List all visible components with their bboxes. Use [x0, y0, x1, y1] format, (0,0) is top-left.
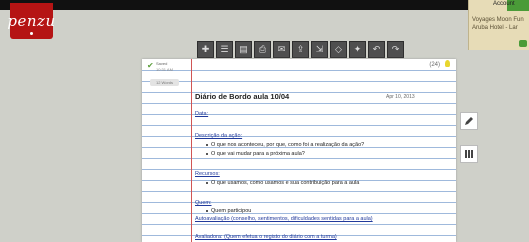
line-autoavaliacao[interactable]: Autoavaliação (conselho, sentimentos, di… [195, 216, 373, 222]
book-icon[interactable] [460, 145, 478, 163]
tag-icon[interactable]: ◇ [330, 41, 347, 58]
penzu-logo[interactable]: penzu [7, 3, 56, 39]
entry-title[interactable]: Diário de Bordo aula 10/04 [195, 92, 289, 101]
ad-panel[interactable]: Account Voyages Moon Fun Aruba Hotel - L… [468, 0, 529, 50]
line-bullet-3[interactable]: O que usamos, como usamos e sua contribu… [206, 180, 359, 186]
line-avaliadora[interactable]: Avaliadora: (Quem efetua o registo do di… [195, 234, 337, 240]
ad-line-1: Voyages Moon Fun [472, 17, 524, 23]
line-bullet-2[interactable]: O que vai mudar para a próxima aula? [206, 151, 305, 157]
saved-label: Saved [156, 61, 168, 66]
line-data[interactable]: Data: [195, 111, 208, 117]
saved-time: 10:31 AM [156, 67, 173, 72]
settings-icon[interactable]: ✦ [349, 41, 366, 58]
line-recursos[interactable]: Recursos: [195, 171, 220, 177]
print-icon[interactable]: ⎙ [254, 41, 271, 58]
entry-date[interactable]: Apr 10, 2013 [386, 94, 415, 100]
margin-line [191, 59, 192, 242]
saved-check-icon: ✔ [147, 61, 154, 70]
undo-icon[interactable]: ↶ [368, 41, 385, 58]
share-icon[interactable]: ⇪ [292, 41, 309, 58]
ad-line-2: Aruba Hotel - Lar [472, 25, 518, 31]
line-bullet-1[interactable]: O que nos aconteceu, por que, como foi a… [206, 142, 364, 148]
line-quem[interactable]: Quem: [195, 200, 212, 206]
top-bar [0, 0, 529, 10]
line-bullet-4[interactable]: Quem participou [206, 208, 251, 214]
redo-icon[interactable]: ↷ [387, 41, 404, 58]
account-label[interactable]: Account [493, 1, 515, 7]
new-entry-icon[interactable]: ✚ [197, 41, 214, 58]
line-descricao[interactable]: Descrição da ação: [195, 133, 242, 139]
journal-page[interactable]: ✔ Saved 10:31 AM 12 Words (24) Diário de… [142, 59, 456, 242]
pen-icon[interactable] [460, 112, 478, 130]
logo-text: penzu [7, 12, 56, 30]
lock-icon[interactable]: ▤ [235, 41, 252, 58]
word-count-button[interactable]: 12 Words [150, 79, 179, 86]
ad-button[interactable] [519, 40, 527, 47]
list-icon[interactable]: ☰ [216, 41, 233, 58]
editor-toolbar: ✚ ☰ ▤ ⎙ ✉ ⇪ ⇲ ◇ ✦ ↶ ↷ [197, 41, 404, 58]
email-icon[interactable]: ✉ [273, 41, 290, 58]
lightbulb-icon[interactable] [445, 60, 450, 67]
export-icon[interactable]: ⇲ [311, 41, 328, 58]
entry-count: (24) [429, 62, 440, 68]
